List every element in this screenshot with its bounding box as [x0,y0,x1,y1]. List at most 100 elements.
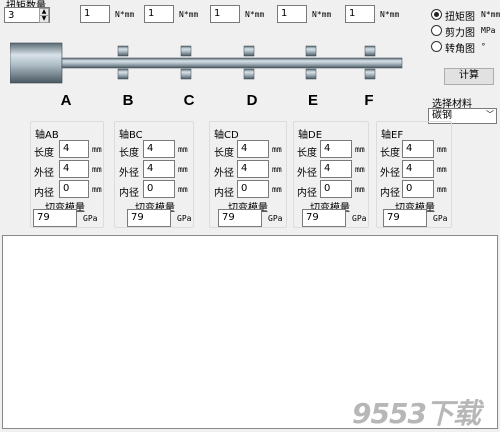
radio-angle-icon[interactable] [431,41,442,52]
torque-unit-1: N*mm [115,10,135,19]
compute-button[interactable]: 计算 [444,68,494,85]
mm-unit: mm [355,165,365,174]
point-label-d: D [246,92,258,109]
radio-torque-label[interactable]: 扭矩图 [445,8,475,23]
modulus-input[interactable]: 79 [218,209,262,227]
mm-unit: mm [92,145,102,154]
length-label: 长度 [119,148,139,159]
shaft-group-ab: 轴AB 长度 4 mm 外径 4 mm 内径 0 mm 切变模量 79 GPa [30,121,104,228]
shaft-diagram [10,42,403,84]
mm-unit: mm [355,185,365,194]
mm-unit: mm [272,185,282,194]
length-label: 长度 [380,148,400,159]
length-input[interactable]: 4 [59,140,89,158]
mm-unit: mm [178,185,188,194]
outer-input[interactable]: 4 [320,160,352,178]
inner-label: 内径 [34,188,54,199]
shaft-group-ef: 轴EF 长度 4 mm 外径 4 mm 内径 0 mm 切变模量 79 GPa [376,121,452,228]
radio-shear-label[interactable]: 剪力图 [445,24,475,39]
torque-unit-2: N*mm [179,10,199,19]
torque-unit-4: N*mm [312,10,332,19]
radio-torque-unit: N*mm [481,10,500,19]
inner-label: 内径 [297,188,317,199]
shaft-group-bc: 轴BC 长度 4 mm 外径 4 mm 内径 0 mm 切变模量 79 GPa [114,121,194,228]
mm-unit: mm [437,165,447,174]
length-input[interactable]: 4 [402,140,434,158]
shaft-title: 轴CD [214,130,239,141]
mm-unit: mm [437,145,447,154]
torque-input-2[interactable]: 1 [144,5,174,23]
outer-input[interactable]: 4 [237,160,269,178]
inner-input[interactable]: 0 [402,180,434,198]
mm-unit: mm [355,145,365,154]
mm-unit: mm [92,165,102,174]
torque-input-1[interactable]: 1 [80,5,110,23]
mm-unit: mm [437,185,447,194]
inner-label: 内径 [119,188,139,199]
inner-input[interactable]: 0 [237,180,269,198]
shaft-head [10,42,63,84]
plot-type-group: 扭矩图 N*mm 剪力图 MPa 转角图 ° [428,6,500,56]
length-label: 长度 [297,148,317,159]
mm-unit: mm [272,165,282,174]
shaft-group-de: 轴DE 长度 4 mm 外径 4 mm 内径 0 mm 切变模量 79 GPa [293,121,369,228]
inner-label: 内径 [380,188,400,199]
length-input[interactable]: 4 [237,140,269,158]
inner-input[interactable]: 0 [320,180,352,198]
point-label-e: E [307,92,318,109]
gpa-unit: GPa [352,214,367,223]
inner-input[interactable]: 0 [143,180,175,198]
radio-shear-icon[interactable] [431,25,442,36]
gpa-unit: GPa [433,214,448,223]
outer-input[interactable]: 4 [59,160,89,178]
modulus-input[interactable]: 79 [302,209,346,227]
point-label-f: F [364,92,374,109]
gpa-unit: GPa [177,214,192,223]
gpa-unit: GPa [268,214,283,223]
material-value: 碳钢 [432,110,452,121]
shaft-title: 轴EF [381,130,404,141]
point-label-a: A [60,92,72,109]
torque-input-4[interactable]: 1 [277,5,307,23]
torque-unit-3: N*mm [245,10,265,19]
gpa-unit: GPa [83,214,98,223]
spin-down-icon[interactable]: ▼ [39,15,49,23]
modulus-input[interactable]: 79 [33,209,77,227]
shaft-body [61,57,403,69]
length-label: 长度 [34,148,54,159]
outer-label: 外径 [380,168,400,179]
outer-label: 外径 [214,168,234,179]
point-label-c: C [183,92,195,109]
outer-input[interactable]: 4 [402,160,434,178]
shaft-title: 轴DE [298,130,323,141]
length-label: 长度 [214,148,234,159]
outer-label: 外径 [297,168,317,179]
inner-input[interactable]: 0 [59,180,89,198]
torque-unit-5: N*mm [380,10,400,19]
watermark-logo: 9553下载 [352,397,481,430]
outer-input[interactable]: 4 [143,160,175,178]
torque-input-5[interactable]: 1 [345,5,375,23]
outer-label: 外径 [34,168,54,179]
torque-count-value: 3 [8,10,15,21]
length-input[interactable]: 4 [143,140,175,158]
radio-torque-icon[interactable] [431,9,442,20]
point-label-b: B [122,92,134,109]
shaft-group-cd: 轴CD 长度 4 mm 外径 4 mm 内径 0 mm 切变模量 79 GPa [209,121,287,228]
chevron-down-icon: ﹀ [486,110,494,119]
length-input[interactable]: 4 [320,140,352,158]
torque-input-3[interactable]: 1 [210,5,240,23]
mm-unit: mm [178,145,188,154]
shaft-title: 轴BC [119,130,143,141]
radio-angle-unit: ° [481,42,486,51]
modulus-input[interactable]: 79 [383,209,427,227]
mm-unit: mm [272,145,282,154]
inner-label: 内径 [214,188,234,199]
shaft-title: 轴AB [35,130,59,141]
radio-shear-unit: MPa [481,26,496,35]
modulus-input[interactable]: 79 [127,209,171,227]
mm-unit: mm [92,185,102,194]
outer-label: 外径 [119,168,139,179]
mm-unit: mm [178,165,188,174]
radio-angle-label[interactable]: 转角图 [445,40,475,55]
